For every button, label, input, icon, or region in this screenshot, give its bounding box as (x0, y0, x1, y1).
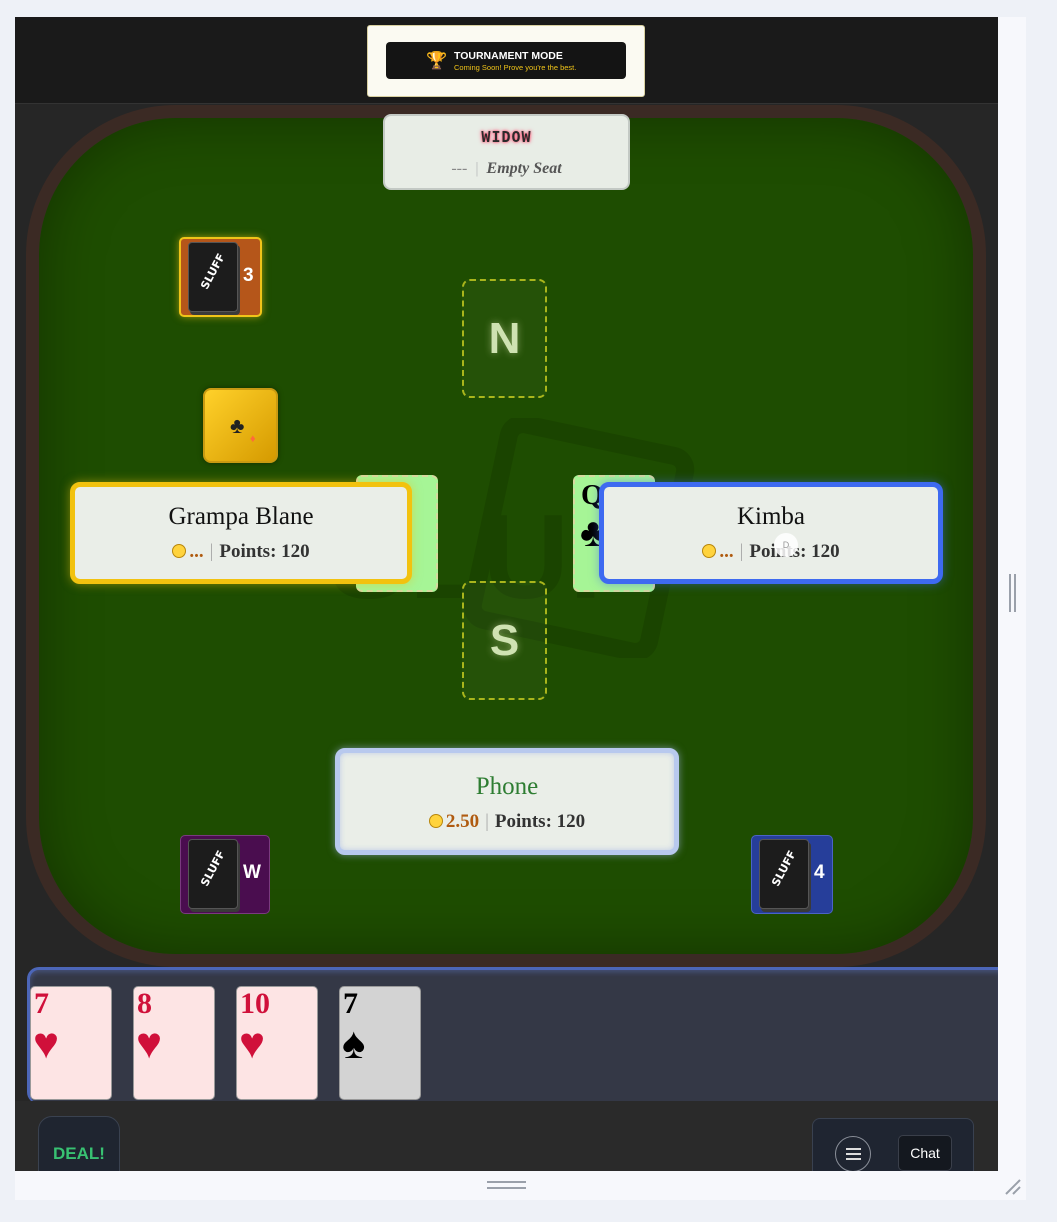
player-stats: ...|Points: 120 (75, 541, 407, 563)
player-name: Kimba (736, 503, 806, 530)
pile-count: 4 (814, 862, 825, 883)
card-back: SLUFF (188, 839, 238, 909)
deal-button[interactable]: DEAL! (38, 1116, 120, 1171)
footer-bar: DEAL! Chat (15, 1101, 998, 1171)
vertical-resize-handle[interactable] (1009, 574, 1017, 612)
widow-status: Empty Seat (486, 160, 562, 177)
coin-icon (172, 543, 187, 558)
player-stats: 2.50 | Points: 120 (340, 811, 674, 833)
tournament-banner-inner: 🏆 TOURNAMENT MODE Coming Soon! Prove you… (386, 42, 626, 79)
coin-icon (702, 543, 717, 558)
widow-seat: WIDOW --- | Empty Seat (383, 114, 630, 190)
corner-resize-icon[interactable] (1002, 1176, 1022, 1196)
hand-card[interactable]: 8 ♥ (133, 986, 215, 1100)
drop-zone-south: S (462, 581, 547, 700)
trophy-icon: 🏆 (426, 51, 448, 70)
widow-placeholder: --- (451, 160, 468, 177)
player-name: Phone (475, 773, 539, 800)
flame-icon: ♦ (250, 433, 256, 445)
player-name: Grampa Blane (168, 503, 314, 530)
player-points: Points: 120 (219, 541, 310, 562)
footer-toolbar: Chat (812, 1118, 974, 1171)
player-seat-east: Kimba ...|Points: 120 D (599, 482, 943, 584)
chat-button[interactable]: Chat (898, 1135, 952, 1171)
dealer-badge: D (774, 533, 798, 557)
player-seat-west: Grampa Blane ... | Points: 120 (70, 482, 412, 584)
card-back: SLUFF (188, 242, 238, 312)
coin-icon (428, 813, 443, 828)
pile-label: W (243, 862, 261, 883)
tournament-banner[interactable]: 🏆 TOURNAMENT MODE Coming Soon! Prove you… (367, 25, 645, 97)
player-stats: ...|Points: 120 (604, 541, 938, 563)
pile-bottom-left[interactable]: SLUFF W (180, 835, 270, 914)
widow-title: WIDOW (481, 128, 532, 146)
club-suit-icon: ♣ (230, 413, 245, 438)
player-balance: ... (189, 541, 204, 562)
banner-subtitle: Coming Soon! Prove you're the best. (454, 63, 577, 72)
player-points: Points: 120 (494, 811, 586, 832)
player-seat-south: Phone 2.50 | Points: 120 (335, 748, 679, 855)
player-hand: 7 ♥ 8 ♥ 10 ♥ 7 ♠ (27, 967, 998, 1104)
pile-bottom-right[interactable]: SLUFF 4 (751, 835, 833, 914)
player-balance: 2.50 (445, 811, 480, 832)
pile-top-left[interactable]: SLUFF 3 (179, 237, 262, 317)
card-back: SLUFF (759, 839, 809, 909)
hand-card[interactable]: 7 ♥ (30, 986, 112, 1100)
trump-indicator: ♣ ♦ (203, 388, 278, 463)
horizontal-resize-handle[interactable] (487, 1181, 526, 1191)
hand-card[interactable]: 7 ♠ (339, 986, 421, 1100)
pile-count: 3 (243, 265, 254, 286)
hamburger-menu-icon[interactable] (835, 1136, 871, 1171)
hand-card[interactable]: 10 ♥ (236, 986, 318, 1100)
player-balance: ... (719, 541, 734, 562)
game-frame: 🏆 TOURNAMENT MODE Coming Soon! Prove you… (15, 17, 998, 1171)
banner-title: TOURNAMENT MODE (454, 50, 563, 62)
drop-zone-north: N (462, 279, 547, 398)
header: 🏆 TOURNAMENT MODE Coming Soon! Prove you… (15, 17, 998, 104)
widow-info: --- | Empty Seat (451, 160, 562, 177)
